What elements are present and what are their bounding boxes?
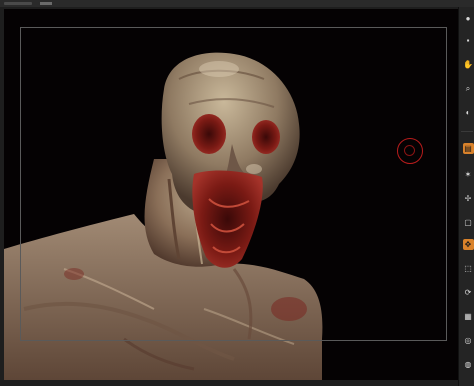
title-bar-segment bbox=[4, 2, 32, 5]
transp-icon: ◎ bbox=[464, 335, 472, 345]
bpr-button[interactable]: ● bbox=[461, 13, 474, 33]
zoom-button[interactable]: ⌕ bbox=[461, 83, 474, 103]
dynamic-icon: ◍ bbox=[464, 359, 472, 369]
title-bar bbox=[0, 0, 474, 7]
move-button[interactable]: ✥ bbox=[461, 239, 474, 259]
sphere-icon: ● bbox=[465, 13, 471, 23]
sculpt-viewport[interactable] bbox=[4, 9, 458, 380]
pixel-icon: ▪ bbox=[466, 35, 470, 45]
xyz-button[interactable]: ✢ bbox=[461, 193, 474, 213]
magnify-icon: ⌕ bbox=[465, 83, 471, 93]
brush-cursor-inner bbox=[404, 145, 415, 156]
move-icon: ✥ bbox=[462, 239, 474, 250]
scale-button[interactable]: ⬚ bbox=[461, 263, 474, 283]
floor-button[interactable]: ▤ bbox=[461, 143, 474, 163]
linefill-icon: ▦ bbox=[464, 311, 472, 321]
linefill-button[interactable]: ▦ bbox=[461, 311, 474, 331]
left-eye-socket bbox=[192, 114, 226, 154]
transp-button[interactable]: ◎ bbox=[461, 335, 474, 355]
actual-icon: ◐ bbox=[465, 107, 471, 117]
hand-icon: ✋ bbox=[463, 59, 473, 69]
frame-button[interactable]: ▢ bbox=[461, 217, 474, 237]
scroll-button[interactable]: ✋ bbox=[461, 59, 474, 79]
rotate-button[interactable]: ⟳ bbox=[461, 287, 474, 307]
dynamic-button[interactable]: ◍ bbox=[461, 359, 474, 379]
brush-cursor bbox=[397, 138, 423, 164]
xyz-icon: ✢ bbox=[464, 193, 472, 203]
scale-icon: ⬚ bbox=[464, 263, 472, 273]
rotate-icon: ⟳ bbox=[464, 287, 472, 297]
actual-button[interactable]: ◐ bbox=[461, 107, 474, 127]
shelf-divider bbox=[461, 131, 473, 132]
frame-icon: ▢ bbox=[464, 217, 472, 227]
right-shelf: ● ▪ ✋ ⌕ ◐ ▤ ✶ ✢ ▢ ✥ ⬚ ⟳ ▦ ◎ ◍ bbox=[458, 7, 474, 386]
local-icon: ✶ bbox=[464, 169, 472, 179]
right-eye-socket bbox=[252, 120, 280, 154]
sculpt-model bbox=[4, 52, 323, 380]
local-button[interactable]: ✶ bbox=[461, 169, 474, 189]
floor-icon: ▤ bbox=[462, 143, 474, 154]
title-bar-marker bbox=[40, 2, 52, 5]
spix-button[interactable]: ▪ bbox=[461, 35, 474, 55]
